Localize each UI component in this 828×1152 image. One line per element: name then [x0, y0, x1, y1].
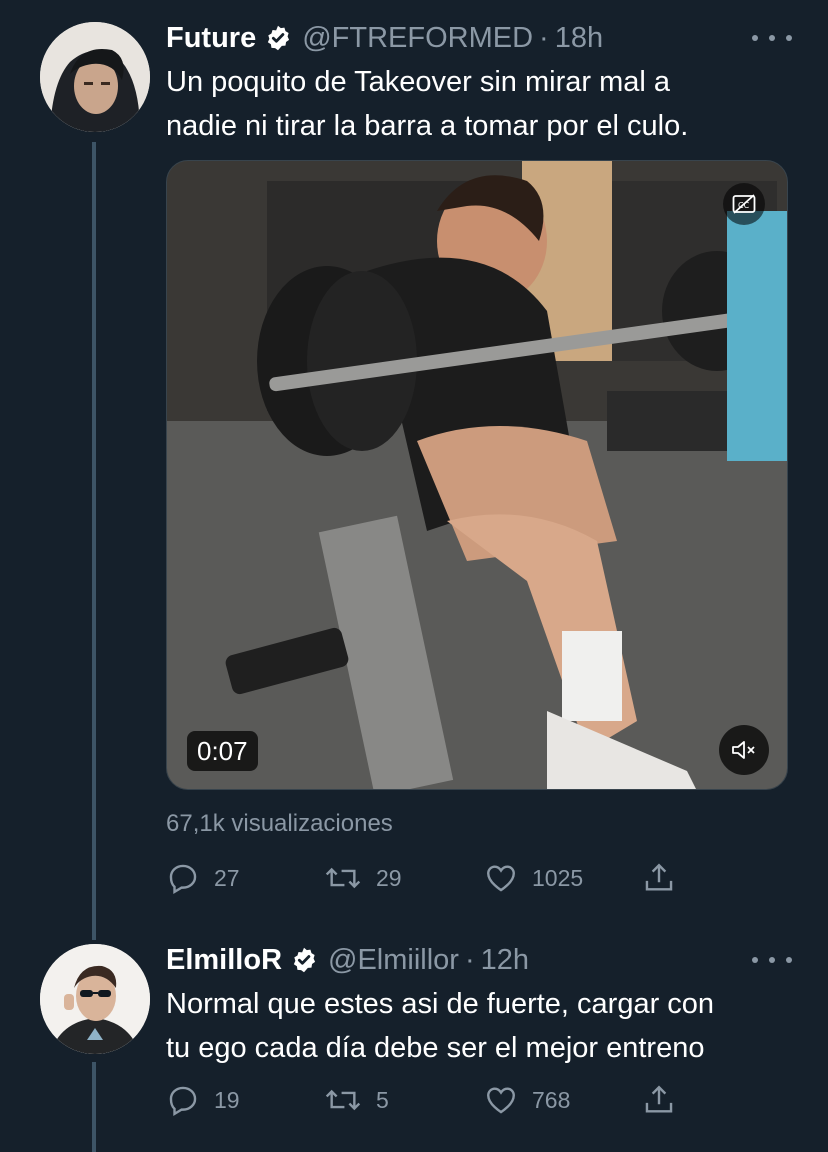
timestamp[interactable]: 18h: [555, 18, 603, 58]
timestamp[interactable]: 12h: [481, 940, 529, 980]
closed-captions-off-icon[interactable]: CC: [723, 183, 765, 225]
tweet-2[interactable]: ElmilloR @Elmiillor · 12h Normal que est…: [0, 940, 828, 1152]
like-count: 768: [532, 1086, 571, 1113]
reply-count: 19: [214, 1086, 240, 1113]
retweet-icon: [325, 1089, 361, 1111]
more-options-icon[interactable]: [752, 28, 792, 48]
video-player[interactable]: CC 0:07: [166, 160, 788, 790]
video-duration: 0:07: [187, 731, 258, 771]
display-name[interactable]: ElmilloR: [166, 940, 282, 980]
avatar[interactable]: [40, 944, 150, 1054]
avatar[interactable]: [40, 22, 150, 132]
separator: ·: [539, 22, 549, 54]
reply-button[interactable]: 19: [166, 1080, 240, 1120]
share-button[interactable]: [642, 1080, 690, 1120]
heart-icon: [487, 1087, 515, 1114]
thread-line: [92, 1062, 96, 1152]
verified-badge-icon: [268, 25, 290, 51]
tweet-header: Future @FTREFORMED · 18h: [166, 18, 603, 58]
tweet-text-line: nadie ni tirar la barra a tomar por el c…: [166, 110, 689, 142]
separator: ·: [464, 944, 475, 976]
display-name[interactable]: Future: [166, 18, 256, 58]
share-icon: [645, 1085, 673, 1113]
handle[interactable]: @FTREFORMED: [302, 18, 533, 58]
handle[interactable]: @Elmiillor: [328, 940, 459, 980]
reply-count: 27: [214, 864, 240, 891]
tweet-text-line: Normal que estes asi de fuerte, cargar c…: [166, 988, 715, 1020]
thread-line: [92, 142, 96, 940]
video-frame: [167, 161, 787, 789]
tweet-text: Normal que estes asi de fuerte, cargar c…: [166, 982, 786, 1070]
tweet-header: ElmilloR @Elmiillor · 12h: [166, 940, 529, 980]
retweet-icon: [325, 867, 361, 889]
avatar-image: [40, 22, 150, 132]
retweet-count: 29: [376, 864, 402, 891]
tweet-text: Un poquito de Takeover sin mirar mal a n…: [166, 60, 786, 148]
retweet-count: 5: [376, 1086, 389, 1113]
mute-icon[interactable]: [719, 725, 769, 775]
like-button[interactable]: 1025: [484, 858, 583, 898]
tweet-actions: 27 29 1025: [166, 858, 686, 898]
tweet-actions: 19 5 768: [166, 1080, 686, 1120]
share-icon: [645, 863, 673, 891]
retweet-button[interactable]: 29: [324, 858, 402, 898]
tweet-text-line: Un poquito de Takeover sin mirar mal a: [166, 66, 670, 98]
retweet-button[interactable]: 5: [324, 1080, 389, 1120]
tweet-1[interactable]: Future @FTREFORMED · 18h Un poquito de T…: [0, 0, 828, 940]
more-options-icon[interactable]: [752, 950, 792, 970]
like-button[interactable]: 768: [484, 1080, 570, 1120]
avatar-image: [40, 944, 150, 1054]
heart-icon: [487, 865, 515, 892]
view-count[interactable]: 67,1k visualizaciones: [166, 810, 393, 838]
reply-button[interactable]: 27: [166, 858, 240, 898]
reply-icon: [169, 1086, 197, 1117]
share-button[interactable]: [642, 858, 690, 898]
reply-icon: [169, 864, 197, 895]
like-count: 1025: [532, 864, 584, 891]
tweet-text-line: tu ego cada día debe ser el mejor entren…: [166, 1032, 705, 1064]
verified-badge-icon: [293, 947, 316, 973]
